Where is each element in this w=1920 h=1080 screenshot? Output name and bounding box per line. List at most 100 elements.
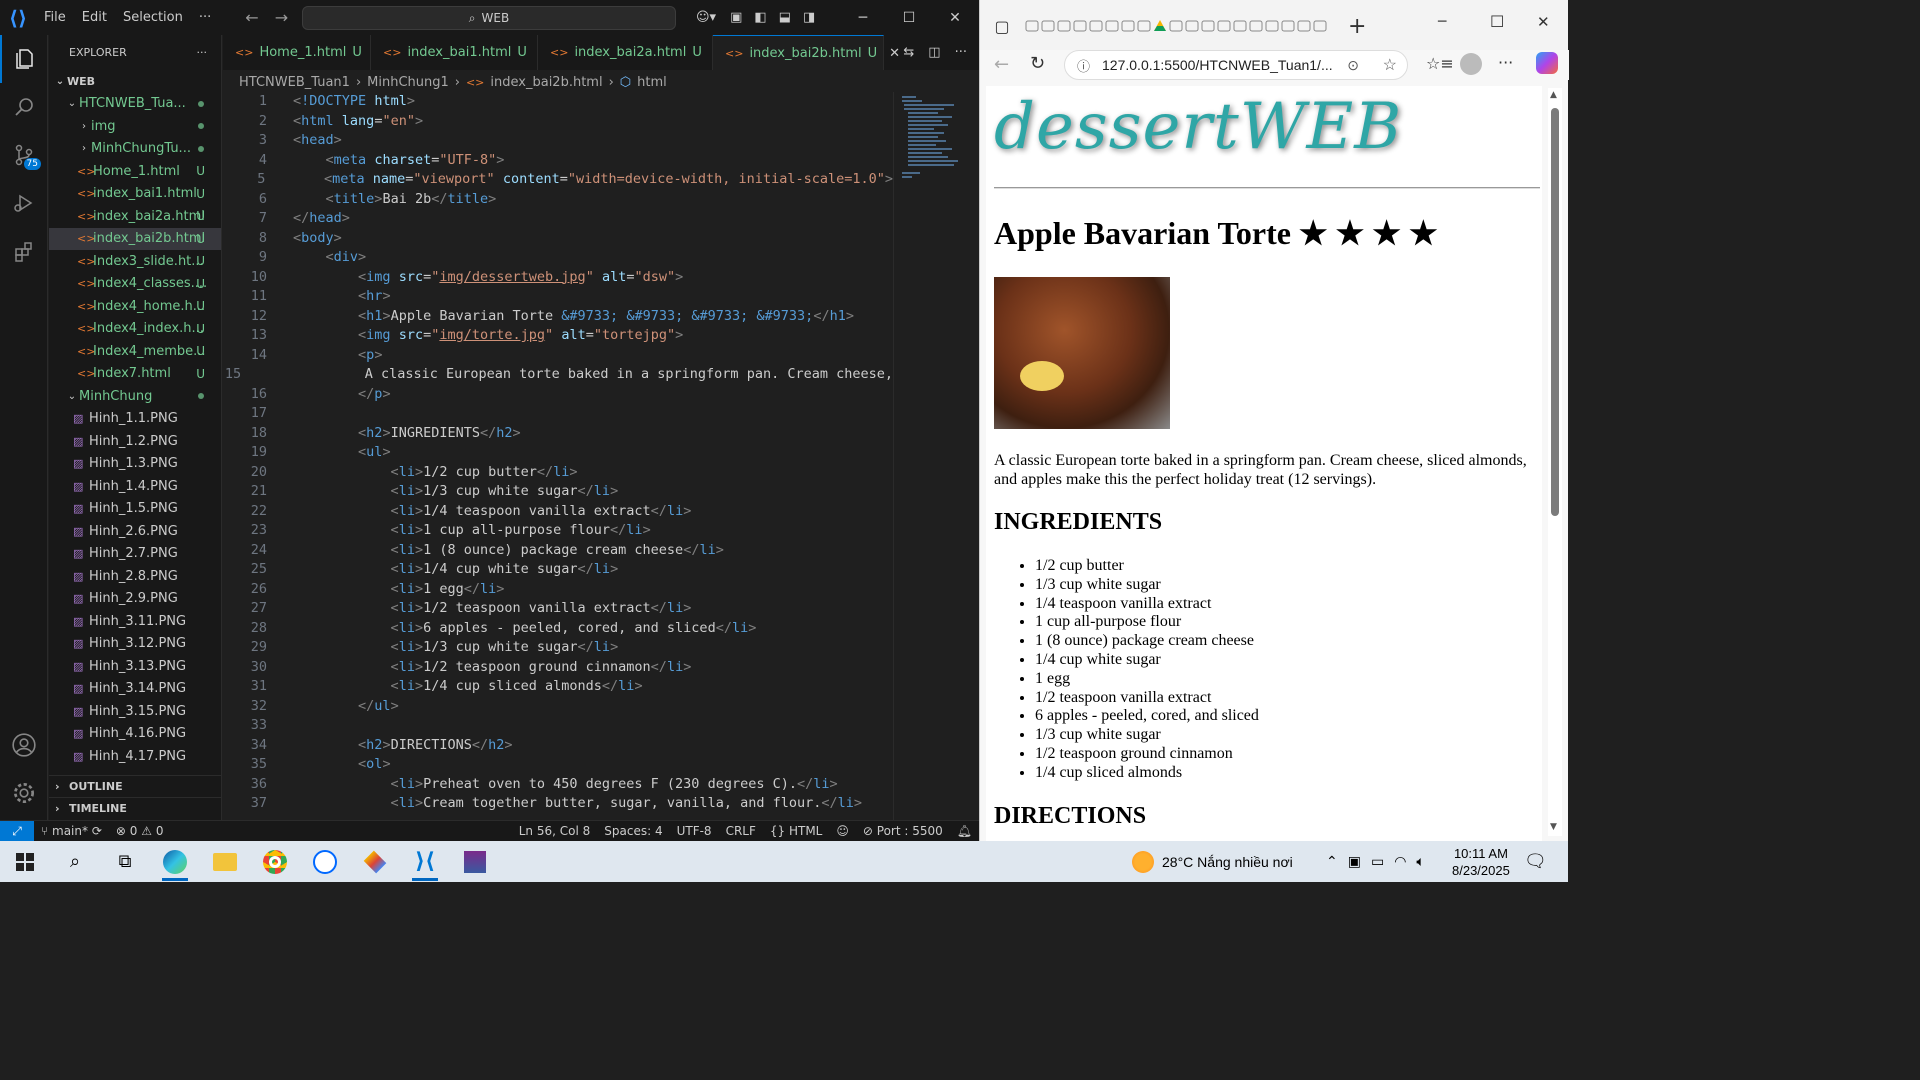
tree-folder-minhchung[interactable]: ⌄ MinhChung [49, 385, 221, 408]
breadcrumb-item[interactable]: html [637, 75, 667, 90]
tab-strip[interactable] [1024, 15, 1330, 37]
code-line[interactable]: 12 <h1>Apple Bavarian Torte &#9733; &#97… [223, 307, 893, 327]
tree-item[interactable]: <> index_bai2b.html U [49, 227, 221, 250]
notifications-bell-icon[interactable]: 🔔︎ [950, 824, 979, 838]
code-line[interactable]: 11 <hr> [223, 287, 893, 307]
tree-image-item[interactable]: ▨ Hinh_1.2.PNG [49, 430, 221, 453]
toggle-sidebar-icon[interactable]: ◧ [748, 10, 772, 25]
profile-avatar[interactable] [1460, 53, 1482, 75]
close-icon[interactable]: ✕ [932, 0, 978, 35]
code-line[interactable]: 10 <img src="img/dessertweb.jpg" alt="ds… [223, 268, 893, 288]
close-tab-icon[interactable]: ✕ [889, 46, 900, 61]
tree-image-item[interactable]: ▨ Hinh_4.16.PNG [49, 723, 221, 746]
live-server-port[interactable]: ⊘ Port : 5500 [856, 824, 950, 838]
scroll-down-icon[interactable]: ▼ [1550, 822, 1557, 832]
timeline-section[interactable]: › TIMELINE [49, 797, 221, 819]
wifi-icon[interactable]: ◠ [1394, 853, 1406, 870]
code-line[interactable]: 30 <li>1/2 teaspoon ground cinnamon</li> [223, 658, 893, 678]
tree-image-item[interactable]: ▨ Hinh_1.4.PNG [49, 475, 221, 498]
minimize-icon[interactable]: ─ [1438, 14, 1446, 30]
code-line[interactable]: 21 <li>1/3 cup white sugar</li> [223, 482, 893, 502]
tab-home-1[interactable]: <> Home_1.html U [223, 35, 371, 70]
tree-item[interactable]: › MinhChungTu... [49, 138, 221, 161]
code-line[interactable]: 8 <body> [223, 229, 893, 249]
tab-actions-icon[interactable]: ▢ [980, 17, 1024, 36]
tab-index-bai2a[interactable]: <> index_bai2a.html U [538, 35, 713, 70]
toggle-secondary-sidebar-icon[interactable]: ◨ [797, 10, 821, 25]
tab-index-bai2b[interactable]: <> index_bai2b.html U ✕ [713, 35, 900, 70]
code-line[interactable]: 26 <li>1 egg</li> [223, 580, 893, 600]
back-arrow-icon[interactable]: ← [237, 8, 266, 27]
battery-icon[interactable]: ▭ [1371, 853, 1384, 870]
page-scrollbar[interactable]: ▲ ▼ [1548, 88, 1562, 836]
code-line[interactable]: 29 <li>1/3 cup white sugar</li> [223, 638, 893, 658]
breadcrumb-item[interactable]: HTCNWEB_Tuan1 [239, 75, 350, 90]
split-editor-icon[interactable]: ◫ [928, 45, 940, 60]
code-line[interactable]: 36 <li>Preheat oven to 450 degrees F (23… [223, 775, 893, 795]
code-line[interactable]: 2 <html lang="en"> [223, 112, 893, 132]
code-line[interactable]: 1 <!DOCTYPE html> [223, 92, 893, 112]
scrollbar-thumb[interactable] [1551, 108, 1559, 516]
tree-item[interactable]: › img [49, 115, 221, 138]
maximize-icon[interactable]: ☐ [886, 0, 932, 35]
code-editor[interactable]: 1 <!DOCTYPE html> 2 <html lang="en"> 3 <head>… [223, 92, 893, 820]
tab-index-bai1[interactable]: <> index_bai1.html U [371, 35, 538, 70]
cursor-position[interactable]: Ln 56, Col 8 [512, 824, 598, 838]
tree-folder-htcnweb[interactable]: ⌄ HTCNWEB_Tua... [49, 93, 221, 116]
weather-widget[interactable]: 28°C Nắng nhiều nơi [1132, 841, 1293, 882]
layout-icon[interactable]: ▣ [724, 10, 748, 25]
windows-start-icon[interactable] [0, 841, 50, 882]
tree-image-item[interactable]: ▨ Hinh_2.8.PNG [49, 565, 221, 588]
source-control-icon[interactable]: 75 [0, 131, 48, 179]
code-line[interactable]: 19 <ul> [223, 443, 893, 463]
refresh-icon[interactable]: ↻ [1030, 53, 1045, 74]
code-line[interactable]: 4 <meta charset="UTF-8"> [223, 151, 893, 171]
code-line[interactable]: 27 <li>1/2 teaspoon vanilla extract</li> [223, 599, 893, 619]
tree-item[interactable]: <> Index4_classes.... U [49, 273, 221, 296]
settings-gear-icon[interactable] [0, 769, 48, 817]
tree-image-item[interactable]: ▨ Hinh_3.14.PNG [49, 678, 221, 701]
menu-selection[interactable]: Selection [115, 0, 191, 35]
code-line[interactable]: 31 <li>1/4 cup sliced almonds</li> [223, 677, 893, 697]
tree-item[interactable]: <> Index4_home.h... U [49, 295, 221, 318]
code-line[interactable]: 32 </ul> [223, 697, 893, 717]
settings-more-icon[interactable]: ··· [1498, 53, 1513, 72]
tree-image-item[interactable]: ▨ Hinh_3.13.PNG [49, 655, 221, 678]
tree-item[interactable]: <> Home_1.html U [49, 160, 221, 183]
command-center[interactable]: ⌕ WEB [302, 6, 676, 30]
run-debug-icon[interactable] [0, 179, 48, 227]
forward-arrow-icon[interactable]: → [267, 8, 296, 27]
tree-item[interactable]: <> Index4_membe... U [49, 340, 221, 363]
tree-item[interactable]: <> index_bai2a.html U [49, 205, 221, 228]
tree-item[interactable]: <> Index7.html U [49, 363, 221, 386]
notification-center-icon[interactable]: 🗨︎ [1524, 841, 1547, 882]
copilot-icon[interactable] [1536, 52, 1558, 74]
code-line[interactable]: 23 <li>1 cup all-purpose flour</li> [223, 521, 893, 541]
code-line[interactable]: 9 <div> [223, 248, 893, 268]
file-explorer-icon[interactable] [200, 841, 250, 882]
tree-item[interactable]: <> Index4_index.h... U [49, 318, 221, 341]
code-line[interactable]: 35 <ol> [223, 755, 893, 775]
address-bar[interactable]: ⓘ 127.0.0.1:5500/HTCNWEB_Tuan1/... ⊙ ☆ [1064, 50, 1408, 80]
tree-image-item[interactable]: ▨ Hinh_3.11.PNG [49, 610, 221, 633]
vscode-taskbar-icon[interactable]: ⟩⟨ [400, 841, 450, 882]
meet-now-icon[interactable]: ▣ [1348, 853, 1361, 870]
encoding[interactable]: UTF-8 [670, 824, 719, 838]
indentation[interactable]: Spaces: 4 [597, 824, 669, 838]
chrome-icon[interactable] [250, 841, 300, 882]
minimap[interactable] [893, 92, 965, 820]
close-icon[interactable]: ✕ [1537, 13, 1550, 31]
new-tab-icon[interactable]: + [1348, 14, 1366, 39]
more-actions-icon[interactable]: ··· [197, 46, 208, 59]
edge-icon[interactable] [150, 841, 200, 882]
chevron-up-icon[interactable]: ⌃ [1326, 853, 1338, 870]
minimize-icon[interactable]: ─ [840, 0, 886, 35]
code-line[interactable]: 20 <li>1/2 cup butter</li> [223, 463, 893, 483]
outline-section[interactable]: › OUTLINE [49, 775, 221, 797]
more-actions-icon[interactable]: ··· [955, 45, 967, 60]
code-line[interactable]: 13 <img src="img/torte.jpg" alt="tortejp… [223, 326, 893, 346]
tree-image-item[interactable]: ▨ Hinh_1.3.PNG [49, 453, 221, 476]
code-line[interactable]: 25 <li>1/4 cup white sugar</li> [223, 560, 893, 580]
code-line[interactable]: 3 <head> [223, 131, 893, 151]
code-line[interactable]: 16 </p> [223, 385, 893, 405]
